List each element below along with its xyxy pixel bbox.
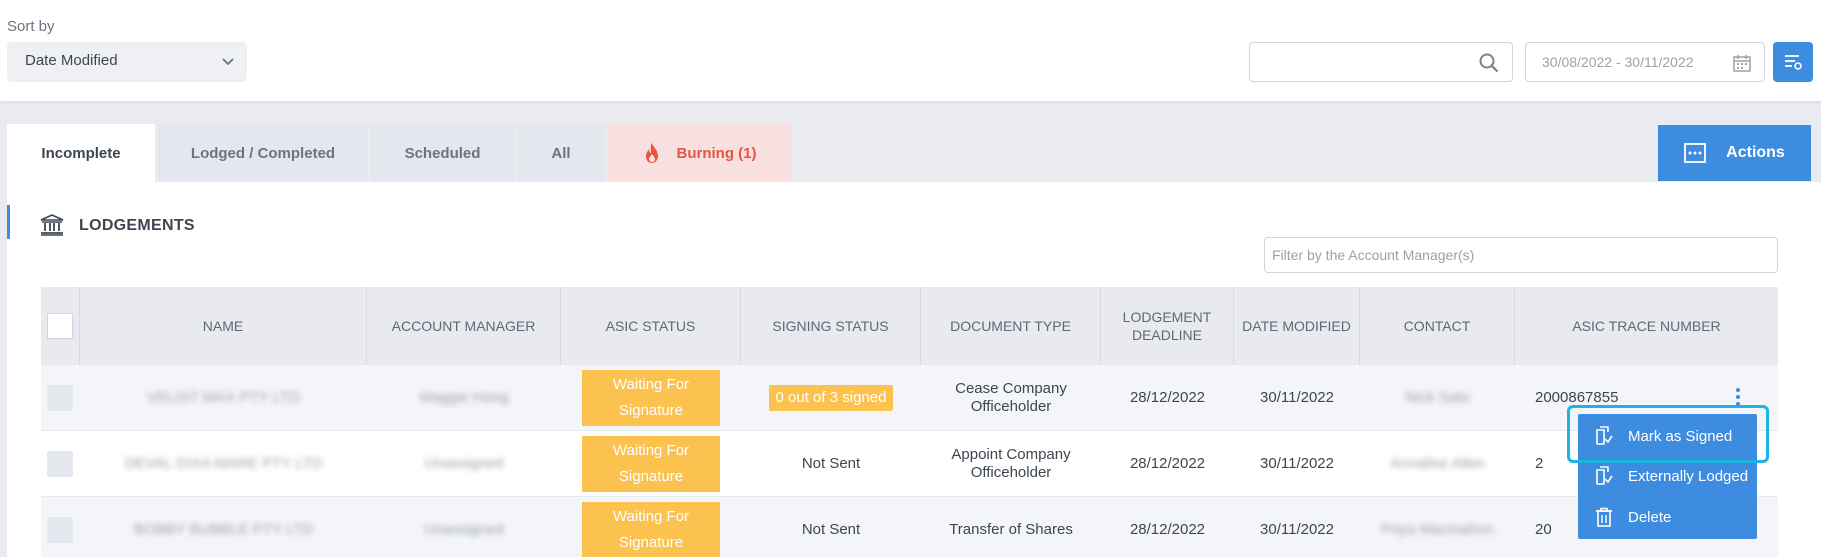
date-range-value: 30/08/2022 - 30/11/2022	[1542, 54, 1694, 70]
row-lodgement-deadline: 28/12/2022	[1129, 455, 1206, 472]
row-date-modified: 30/11/2022	[1260, 455, 1334, 472]
menu-item-delete[interactable]: Delete	[1578, 497, 1757, 537]
date-range-input[interactable]: 30/08/2022 - 30/11/2022	[1525, 42, 1765, 82]
signing-status-badge: 0 out of 3 signed	[768, 385, 894, 411]
actions-label: Actions	[1726, 144, 1785, 161]
section-accent-bar	[7, 205, 10, 239]
top-toolbar: Sort by Date Modified 30/08/2022 - 30/11…	[0, 0, 1821, 101]
row-contact: Nick Sato	[1405, 389, 1470, 406]
row-document-type: Appoint Company Officeholder	[951, 446, 1071, 481]
more-options-icon	[1684, 143, 1707, 163]
asic-status-badge: Waiting For Signature	[582, 502, 720, 557]
calendar-icon[interactable]	[1732, 53, 1752, 73]
tab-incomplete[interactable]: Incomplete	[7, 124, 155, 182]
row-contact: Priya Macmahon	[1381, 521, 1494, 538]
table-header: NAME ACCOUNT MANAGER ASIC STATUS SIGNING…	[41, 287, 1778, 365]
sort-by-select[interactable]: Date Modified	[7, 42, 247, 82]
asic-status-badge: Waiting For Signature	[582, 436, 720, 492]
row-asic-status-cell: Waiting For Signature	[561, 431, 741, 497]
row-name[interactable]: BOBBY BUBBLE PTY LTD	[80, 497, 367, 557]
trash-icon	[1596, 507, 1612, 527]
document-check-icon	[1596, 466, 1613, 485]
column-header-account-manager[interactable]: ACCOUNT MANAGER	[367, 287, 561, 365]
row-checkbox[interactable]	[47, 517, 73, 543]
header-checkbox-cell	[41, 287, 80, 365]
column-header-asic-trace-number[interactable]: ASIC TRACE NUMBER	[1515, 287, 1778, 365]
sort-by-label: Sort by	[7, 18, 55, 35]
asic-status-badge: Waiting For Signature	[582, 370, 720, 426]
row-signing-status-cell: 0 out of 3 signed	[741, 365, 921, 431]
select-all-checkbox[interactable]	[47, 313, 73, 339]
row-checkbox[interactable]	[47, 451, 73, 477]
chevron-down-icon	[222, 58, 234, 66]
bank-icon	[40, 214, 64, 236]
row-account-manager: Maggie Hong	[419, 389, 509, 406]
tab-scheduled[interactable]: Scheduled	[370, 124, 515, 182]
row-document-type: Cease Company Officeholder	[955, 380, 1067, 415]
row-name[interactable]: VELIST MAX PTY LTD	[80, 365, 367, 431]
row-signing-status: Not Sent	[801, 521, 861, 538]
fire-icon	[645, 143, 658, 163]
sort-by-value: Date Modified	[25, 52, 118, 69]
column-header-document-type[interactable]: DOCUMENT TYPE	[921, 287, 1101, 365]
row-asic-status-cell: Waiting For Signature	[561, 365, 741, 431]
table-row[interactable]: VELIST MAX PTY LTD Maggie Hong Waiting F…	[41, 365, 1778, 431]
row-asic-status-cell: Waiting For Signature	[561, 497, 741, 557]
filter-list-icon	[1785, 55, 1802, 70]
column-header-contact[interactable]: CONTACT	[1360, 287, 1515, 365]
column-header-name[interactable]: NAME	[80, 287, 367, 365]
filter-settings-button[interactable]	[1773, 42, 1813, 82]
row-checkbox[interactable]	[47, 385, 73, 411]
menu-item-label: Externally Lodged	[1628, 467, 1749, 485]
row-more-options-icon[interactable]	[1735, 387, 1741, 407]
row-signing-status: Not Sent	[801, 455, 861, 472]
table-row[interactable]: BOBBY BUBBLE PTY LTD Unassigned Waiting …	[41, 497, 1778, 557]
column-header-lodgement-deadline[interactable]: LODGEMENT DEADLINE	[1101, 287, 1234, 365]
row-date-modified: 30/11/2022	[1260, 389, 1334, 406]
row-date-modified: 30/11/2022	[1260, 521, 1334, 538]
row-lodgement-deadline: 28/12/2022	[1129, 521, 1206, 538]
row-name[interactable]: DEVAL DIXA MARE PTY LTD	[80, 431, 367, 497]
section-title: LODGEMENTS	[79, 217, 195, 234]
tab-burning-label: Burning (1)	[676, 144, 757, 162]
tab-burning[interactable]: Burning (1)	[608, 124, 791, 182]
table-row[interactable]: DEVAL DIXA MARE PTY LTD Unassigned Waiti…	[41, 431, 1778, 497]
column-header-signing-status[interactable]: SIGNING STATUS	[741, 287, 921, 365]
search-icon[interactable]	[1479, 53, 1499, 73]
menu-item-label: Delete	[1628, 508, 1672, 526]
account-manager-filter-input[interactable]: Filter by the Account Manager(s)	[1264, 237, 1778, 273]
column-header-asic-status[interactable]: ASIC STATUS	[561, 287, 741, 365]
tab-lodged-completed[interactable]: Lodged / Completed	[158, 124, 368, 182]
row-lodgement-deadline: 28/12/2022	[1129, 389, 1206, 406]
row-contact: Annalise Allen	[1390, 455, 1485, 472]
column-header-date-modified[interactable]: DATE MODIFIED	[1234, 287, 1360, 365]
search-input[interactable]	[1249, 42, 1513, 82]
row-document-type: Transfer of Shares	[949, 521, 1073, 538]
actions-button[interactable]: Actions	[1658, 125, 1811, 181]
tab-all[interactable]: All	[517, 124, 605, 182]
focus-highlight-box	[1567, 405, 1769, 463]
row-account-manager: Unassigned	[424, 521, 504, 538]
row-account-manager: Unassigned	[424, 455, 504, 472]
